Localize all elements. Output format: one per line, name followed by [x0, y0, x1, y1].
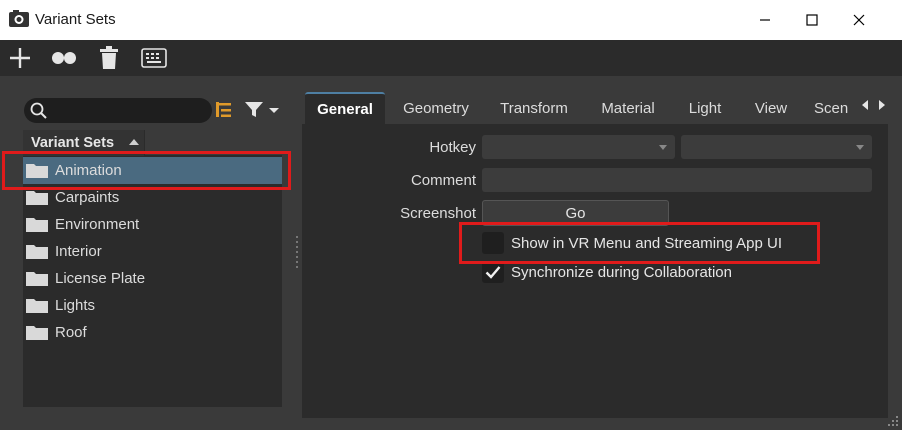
tab-bar: General Geometry Transform Material Ligh… [302, 92, 900, 124]
folder-icon [26, 272, 48, 286]
chevron-down-icon [659, 145, 667, 150]
tab-light[interactable]: Light [682, 92, 728, 124]
search-icon [30, 102, 47, 119]
close-icon [853, 14, 865, 26]
resize-grip-icon[interactable] [884, 412, 900, 428]
folder-icon [26, 164, 48, 178]
list-header: Variant Sets [23, 130, 282, 156]
tab-scroll-left-icon[interactable] [861, 100, 869, 110]
hierarchy-sort-icon [216, 102, 231, 117]
plus-icon [10, 48, 30, 68]
hotkey-modifier-dropdown[interactable] [482, 135, 675, 159]
pane-splitter-handle[interactable] [295, 236, 299, 270]
folder-icon [26, 299, 48, 313]
tab-scroll-right-icon[interactable] [878, 100, 886, 110]
variant-sets-column-header[interactable]: Variant Sets [23, 130, 145, 156]
folder-icon [26, 245, 48, 259]
list-item-label: License Plate [55, 270, 146, 287]
list-item-label: Animation [55, 162, 122, 179]
chevron-down-icon [856, 145, 864, 150]
list-item-label: Interior [55, 243, 102, 260]
trash-icon [100, 46, 118, 69]
tab-geometry[interactable]: Geometry [394, 92, 478, 124]
minimize-icon [760, 19, 770, 21]
folder-icon [26, 218, 48, 232]
list-item-roof[interactable]: Roof [23, 319, 282, 346]
hotkey-label: Hotkey [429, 139, 476, 156]
title-bar: Variant Sets [0, 0, 902, 40]
maximize-button[interactable] [789, 0, 835, 40]
tab-transform[interactable]: Transform [492, 92, 576, 124]
list-item-carpaints[interactable]: Carpaints [23, 184, 282, 211]
synchronize-label: Synchronize during Collaboration [511, 264, 732, 281]
variants-button[interactable] [50, 44, 78, 72]
keyboard-icon [141, 48, 167, 68]
minimize-button[interactable] [742, 0, 788, 40]
variant-sets-pane: Variant Sets Animation Carpaints Environ… [0, 76, 292, 430]
list-item-label: Environment [55, 216, 140, 233]
filter-button[interactable] [244, 100, 284, 120]
app-icon [9, 10, 29, 27]
show-in-vr-label: Show in VR Menu and Streaming App UI [511, 235, 782, 252]
synchronize-checkbox[interactable] [482, 261, 504, 283]
close-button[interactable] [836, 0, 882, 40]
general-tab-panel: Hotkey Comment Screenshot Go Show in VR … [302, 124, 888, 418]
list-item-label: Carpaints [55, 189, 120, 206]
window-title: Variant Sets [35, 11, 116, 28]
list-item-label: Lights [55, 297, 96, 314]
column-header-label: Variant Sets [31, 135, 115, 151]
toolbar [0, 40, 902, 76]
screenshot-go-button[interactable]: Go [482, 200, 669, 226]
checkmark-icon [485, 266, 501, 279]
keyboard-button[interactable] [140, 44, 168, 72]
maximize-icon [806, 14, 818, 26]
list-item-label: Roof [55, 324, 87, 341]
tab-scene[interactable]: Scen [814, 92, 858, 124]
tab-general[interactable]: General [305, 92, 385, 124]
add-variant-set-button[interactable] [6, 44, 34, 72]
sort-ascending-icon [129, 139, 139, 145]
delete-button[interactable] [95, 44, 123, 72]
comment-field[interactable] [482, 168, 872, 192]
hotkey-key-dropdown[interactable] [681, 135, 872, 159]
folder-icon [26, 191, 48, 205]
show-in-vr-checkbox[interactable] [482, 232, 504, 254]
list-item-license-plate[interactable]: License Plate [23, 265, 282, 292]
two-circles-icon [52, 52, 76, 64]
tab-material[interactable]: Material [592, 92, 664, 124]
filter-icon [245, 102, 279, 117]
comment-label: Comment [410, 172, 476, 189]
list-item-animation[interactable]: Animation [23, 157, 282, 184]
list-item-lights[interactable]: Lights [23, 292, 282, 319]
tab-view[interactable]: View [749, 92, 793, 124]
sort-button[interactable] [214, 100, 234, 120]
screenshot-label: Screenshot [400, 205, 476, 222]
list-item-environment[interactable]: Environment [23, 211, 282, 238]
search-input[interactable] [24, 98, 212, 123]
folder-icon [26, 326, 48, 340]
variant-sets-list: Variant Sets Animation Carpaints Environ… [23, 130, 282, 407]
list-item-interior[interactable]: Interior [23, 238, 282, 265]
